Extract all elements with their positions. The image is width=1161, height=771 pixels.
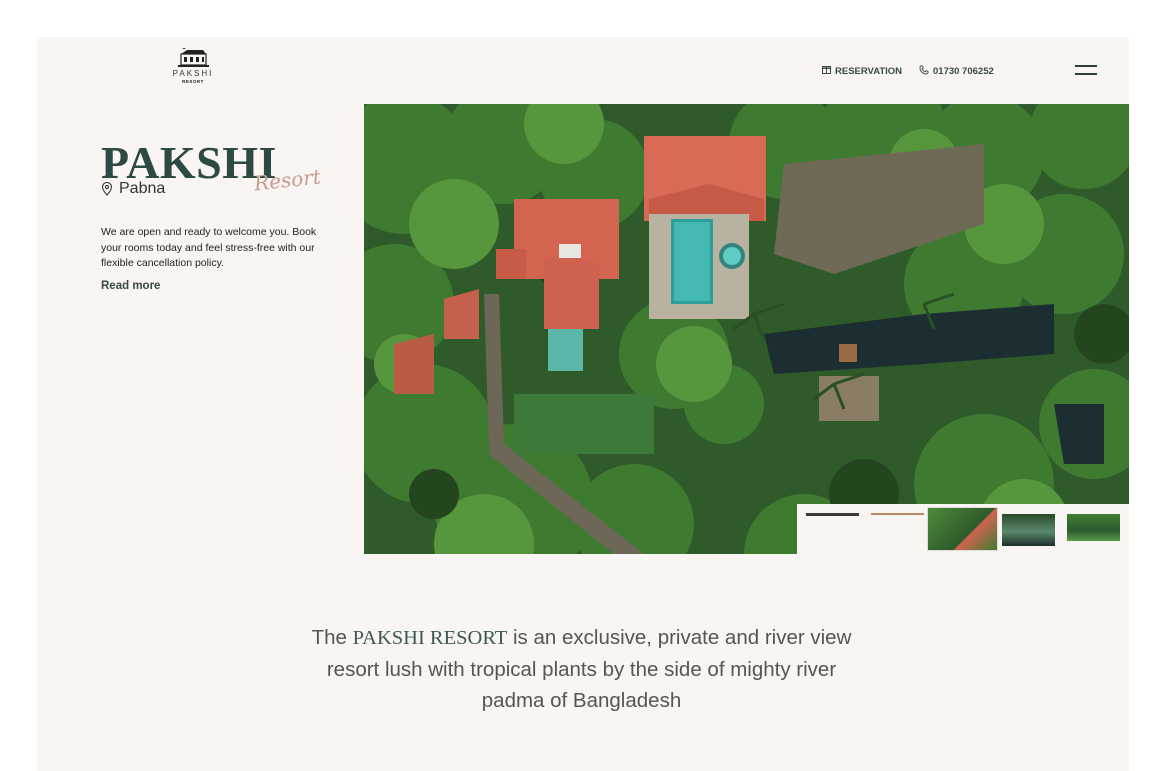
hero-description: We are open and ready to welcome you. Bo… xyxy=(101,226,317,269)
thumbnail-5[interactable] xyxy=(1067,514,1120,541)
phone-icon xyxy=(919,65,929,78)
intro-brand-name: PAKSHI RESORT xyxy=(352,627,508,649)
location-pin-icon xyxy=(101,182,113,196)
intro-tagline: The PAKSHI RESORT is an exclusive, priva… xyxy=(300,622,863,716)
resort-logo[interactable]: PAKSHI RESORT xyxy=(165,48,221,90)
hero-aerial-image xyxy=(364,104,1129,554)
location-name: Pabna xyxy=(119,180,166,197)
reservation-label: RESERVATION xyxy=(835,65,903,77)
thumbnail-2[interactable] xyxy=(871,513,924,515)
thumbnail-1[interactable] xyxy=(806,513,859,516)
intro-text-before: The xyxy=(311,626,353,649)
logo-subtitle: RESORT xyxy=(182,79,204,84)
logo-name: PAKSHI xyxy=(172,69,214,78)
resort-building-icon xyxy=(178,48,209,67)
reservation-link[interactable]: RESERVATION xyxy=(822,64,902,78)
thumbnail-3[interactable] xyxy=(927,507,998,551)
hamburger-menu-icon[interactable] xyxy=(1075,65,1097,77)
gift-icon xyxy=(822,65,831,77)
gallery-thumbnails xyxy=(797,504,1129,554)
read-more-link[interactable]: Read more xyxy=(101,280,160,292)
phone-link[interactable]: 01730 706252 xyxy=(919,64,994,78)
phone-number: 01730 706252 xyxy=(933,65,994,77)
location: Pabna xyxy=(101,180,165,198)
thumbnail-4[interactable] xyxy=(1002,514,1055,546)
